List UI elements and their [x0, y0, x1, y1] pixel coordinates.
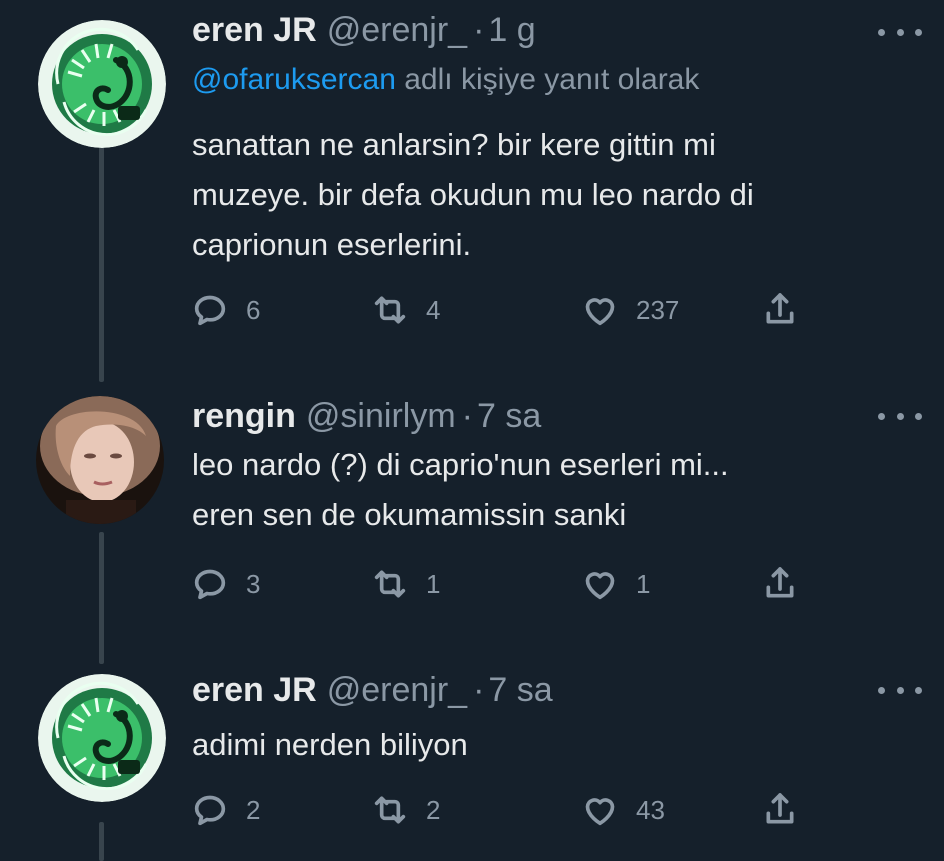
reply-button[interactable]: 2: [190, 788, 260, 832]
retweet-count: 2: [426, 794, 441, 825]
separator-dot: ·: [473, 11, 485, 49]
tweet-actions: 3 1 1: [190, 562, 830, 606]
more-options-icon[interactable]: [878, 406, 922, 426]
like-count: 1: [636, 568, 651, 599]
retweet-button[interactable]: 1: [370, 562, 440, 606]
tweet[interactable]: eren JR @erenjr_ · 1 g @ofaruksercan adl…: [0, 0, 944, 370]
more-options-icon[interactable]: [878, 680, 922, 700]
avatar-green-serpent-icon[interactable]: [38, 20, 166, 148]
tweet-actions: 6 4 237: [190, 288, 830, 332]
like-count: 43: [636, 794, 665, 825]
share-icon: [766, 567, 794, 598]
display-name[interactable]: eren JR: [192, 670, 317, 710]
retweet-button[interactable]: 4: [370, 288, 440, 332]
timestamp[interactable]: 1 g: [488, 10, 535, 50]
separator-dot: ·: [473, 671, 485, 709]
tweet-header: eren JR @erenjr_ · 7 sa: [192, 670, 553, 710]
tweet-text: leo nardo (?) di caprio'nun eserleri mi.…: [192, 447, 729, 532]
heart-icon: [585, 572, 615, 600]
tweet-thread: eren JR @erenjr_ · 1 g @ofaruksercan adl…: [0, 0, 944, 861]
avatar-green-serpent-icon[interactable]: [38, 674, 166, 802]
display-name[interactable]: rengin: [192, 396, 296, 436]
like-count: 237: [636, 294, 680, 325]
user-handle[interactable]: @sinirlym: [306, 396, 456, 436]
separator-dot: ·: [461, 397, 473, 435]
reply-mention-link[interactable]: @ofaruksercan: [192, 63, 396, 96]
tweet[interactable]: rengin @sinirlym · 7 sa leo nardo (?) di…: [0, 380, 944, 650]
retweet-count: 4: [426, 294, 441, 325]
reply-icon: [194, 795, 226, 826]
reply-to-label: adlı kişiye yanıt olarak: [404, 63, 700, 96]
share-button[interactable]: [760, 562, 800, 606]
retweet-button[interactable]: 2: [370, 788, 440, 832]
timestamp[interactable]: 7 sa: [477, 396, 541, 436]
heart-icon: [585, 298, 615, 326]
tweet-actions: 2 2 43: [190, 788, 830, 832]
reply-count: 3: [246, 568, 261, 599]
reply-button[interactable]: 6: [190, 288, 260, 332]
heart-icon: [585, 798, 615, 826]
user-handle[interactable]: @erenjr_: [327, 670, 467, 710]
tweet-header: eren JR @erenjr_ · 1 g: [192, 10, 536, 50]
more-options-icon[interactable]: [878, 22, 922, 42]
like-button[interactable]: 237: [580, 288, 679, 332]
user-handle[interactable]: @erenjr_: [327, 10, 467, 50]
share-icon: [766, 793, 794, 824]
share-button[interactable]: [760, 288, 800, 332]
reply-icon: [194, 569, 226, 600]
retweet-count: 1: [426, 568, 441, 599]
tweet-header: rengin @sinirlym · 7 sa: [192, 396, 541, 436]
like-button[interactable]: 1: [580, 562, 650, 606]
like-button[interactable]: 43: [580, 788, 665, 832]
retweet-icon: [374, 296, 406, 324]
reply-button[interactable]: 3: [190, 562, 260, 606]
reply-icon: [194, 295, 226, 326]
avatar-profile-photo-icon[interactable]: [36, 396, 164, 524]
retweet-icon: [374, 796, 406, 824]
timestamp[interactable]: 7 sa: [488, 670, 552, 710]
share-icon: [766, 293, 794, 324]
tweet[interactable]: eren JR @erenjr_ · 7 sa adimi nerden bil…: [0, 660, 944, 861]
share-button[interactable]: [760, 788, 800, 832]
reply-to-line: @ofaruksercan adlı kişiye yanıt olarak: [192, 60, 699, 100]
retweet-icon: [374, 570, 406, 598]
reply-count: 6: [246, 294, 261, 325]
display-name[interactable]: eren JR: [192, 10, 317, 50]
tweet-text: sanattan ne anlarsin? bir kere gittin mi…: [192, 127, 754, 262]
reply-count: 2: [246, 794, 261, 825]
tweet-text: adimi nerden biliyon: [192, 727, 468, 762]
